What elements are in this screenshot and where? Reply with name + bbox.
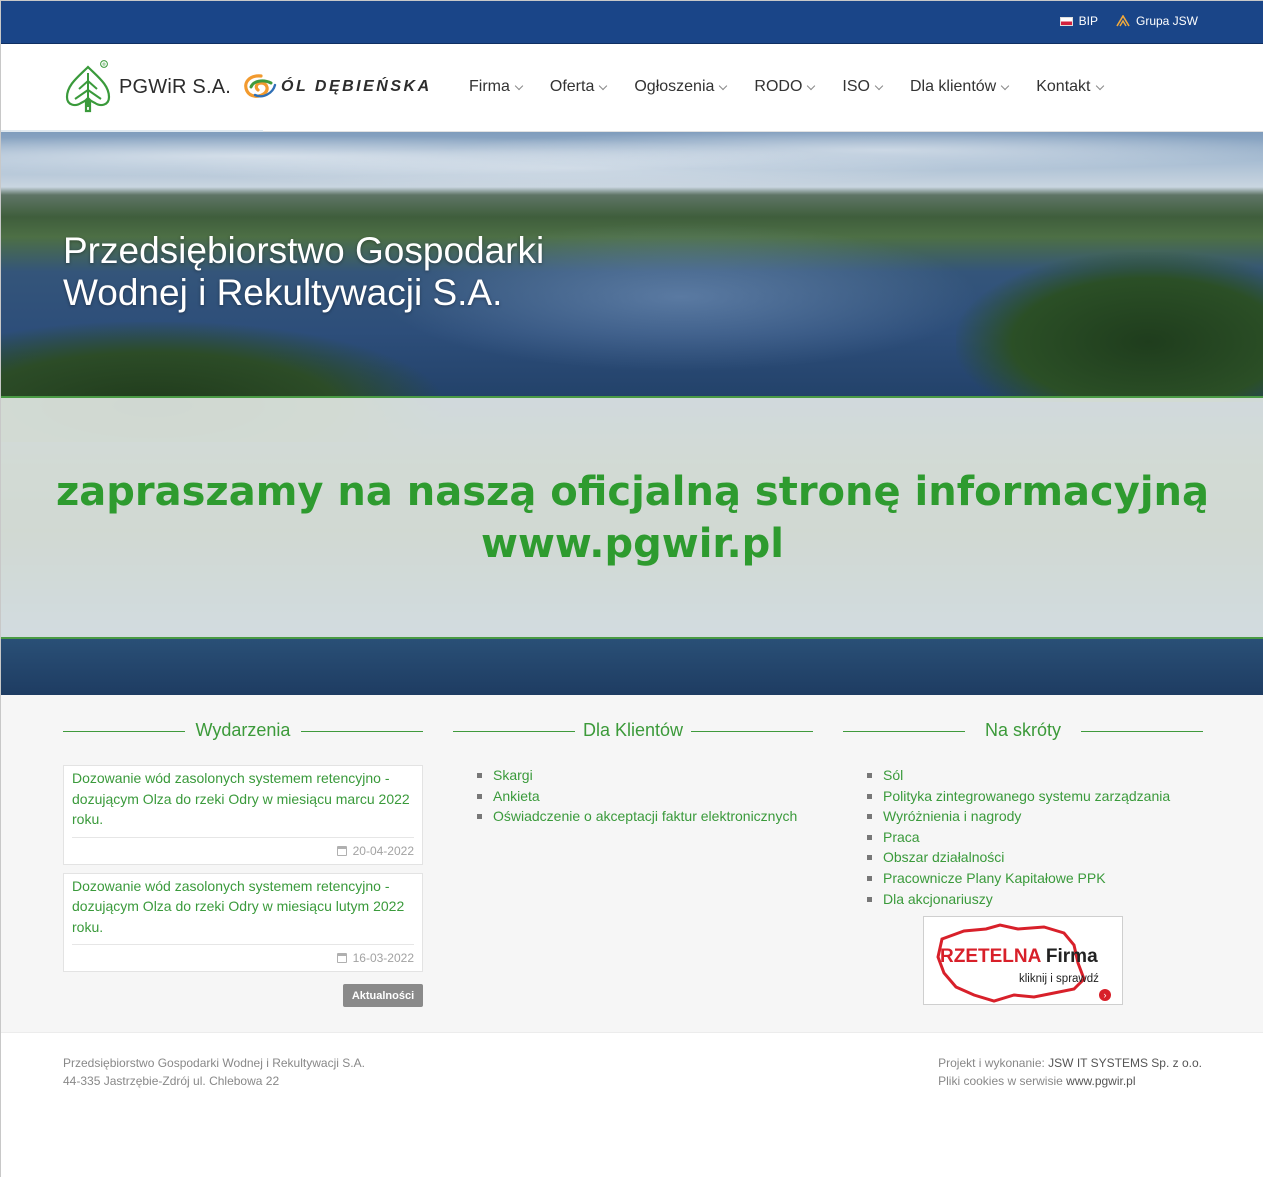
list-item[interactable]: Skargi [477,765,813,786]
nav-label: Ogłoszenia [634,78,715,95]
hero-announcement: zapraszamy na naszą oficjalną stronę inf… [1,396,1263,639]
flag-icon [1059,16,1073,26]
nav-kontakt[interactable]: Kontakt [1036,78,1104,96]
nav-label: RODO [754,78,803,95]
shortcuts-heading: Na skróty [984,719,1062,740]
site-footer: Przedsiębiorstwo Gospodarki Wodnej i Rek… [1,1032,1263,1177]
hero-title-line: Wodnej i Rekultywacji S.A. [63,272,503,313]
top-links: BIP Grupa JSW [1059,14,1198,28]
calendar-icon [336,953,347,963]
grupa-jsw-label: Grupa JSW [1135,14,1198,28]
hero-title: Przedsiębiorstwo Gospodarki Wodnej i Rek… [63,230,683,314]
list-item[interactable]: Obszar działalności [867,847,1203,868]
nav-label: Kontakt [1036,78,1091,95]
chevron-down-icon [514,81,524,90]
event-title[interactable]: Dozowanie wód zasolonych systemem retenc… [72,768,414,838]
list-item[interactable]: Ankieta [477,786,813,807]
chevron-down-icon [719,81,728,90]
footer-company: Przedsiębiorstwo Gospodarki Wodnej i Rek… [63,1056,365,1070]
footer-credits: Projekt i wykonanie: JSW IT SYSTEMS Sp. … [938,1054,1202,1090]
nav-iso[interactable]: ISO [842,78,884,96]
footer-credit-label: Projekt i wykonanie: [938,1056,1049,1070]
svg-text:®: ® [102,61,107,68]
footer-address: Przedsiębiorstwo Gospodarki Wodnej i Rek… [63,1054,365,1090]
chevron-down-icon [807,81,816,90]
main-content: Wydarzenia Dozowanie wód zasolonych syst… [1,695,1263,1032]
chevron-down-icon [874,81,884,90]
nav-firma[interactable]: Firma [469,78,524,96]
top-bar: BIP Grupa JSW [1,1,1263,44]
events-column: Wydarzenia Dozowanie wód zasolonych syst… [63,695,423,1007]
shortcuts-list: Sól Polityka zintegrowanego systemu zarz… [843,765,1203,909]
event-date: 16-03-2022 [72,945,414,971]
list-item[interactable]: Oświadczenie o akceptacji faktur elektro… [477,806,813,827]
chevron-down-icon [1095,81,1104,90]
news-button[interactable]: Aktualności [343,984,423,1007]
event-card[interactable]: Dozowanie wód zasolonych systemem retenc… [63,765,423,865]
announcement-url[interactable]: www.pgwir.pl [481,518,784,570]
list-item[interactable]: Praca [867,827,1203,848]
clients-column: Dla Klientów Skargi Ankieta Oświadczenie… [453,695,813,827]
main-nav: Firma Oferta Ogłoszenia RODO ISO Dla kli… [469,78,1131,96]
event-card[interactable]: Dozowanie wód zasolonych systemem retenc… [63,872,423,972]
chevron-down-icon [599,81,608,90]
list-item[interactable]: Pracownicze Plany Kapitałowe PPK [867,868,1203,889]
chevron-down-icon [1000,81,1010,90]
section-heading: Dla Klientów [453,695,813,765]
nav-dla-klientow[interactable]: Dla klientów [909,78,1010,96]
event-title[interactable]: Dozowanie wód zasolonych systemem retenc… [72,876,414,945]
footer-credit-link[interactable]: JSW IT SYSTEMS Sp. z o.o. [1048,1056,1202,1070]
list-item[interactable]: Dla akcjonariuszy [867,889,1203,910]
hero-banner: Przedsiębiorstwo Gospodarki Wodnej i Rek… [1,132,1263,695]
nav-oferta[interactable]: Oferta [549,78,608,96]
events-heading: Wydarzenia [195,719,291,740]
hero-sky [1,132,1263,192]
hero-forest [956,252,1263,402]
site-header: ® PGWiR S.A. ÓL DĘBIEŃSKA Firma Oferta O… [1,44,1263,133]
nav-ogloszenia[interactable]: Ogłoszenia [634,78,728,96]
nav-label: Oferta [549,78,595,95]
shortcuts-column: Na skróty Sól Polityka zintegrowanego sy… [843,695,1203,1005]
calendar-icon [336,845,347,856]
event-date-text: 20-04-2022 [352,843,414,858]
hero-title-line: Przedsiębiorstwo Gospodarki [63,230,545,271]
nav-label: Firma [469,78,510,95]
bip-link[interactable]: BIP [1059,14,1098,28]
footer-cookies-link[interactable]: www.pgwir.pl [1066,1074,1135,1088]
list-item[interactable]: Polityka zintegrowanego systemu zarządza… [867,786,1203,807]
nav-rodo[interactable]: RODO [754,78,816,96]
nav-label: ISO [842,78,870,95]
sol-logo[interactable]: ÓL DĘBIEŃSKA [241,73,432,101]
event-date-text: 16-03-2022 [352,951,414,965]
footer-cookies-label: Pliki cookies w serwisie [938,1074,1067,1088]
clients-heading: Dla Klientów [582,719,684,740]
grupa-jsw-link[interactable]: Grupa JSW [1116,14,1198,28]
sol-logo-text: ÓL DĘBIEŃSKA [281,78,432,95]
nav-label: Dla klientów [909,78,997,95]
section-heading: Wydarzenia [63,695,423,765]
badge-title: RZETELNA Firma [940,946,1098,967]
footer-street: 44-335 Jastrzębie-Zdrój ul. Chlebowa 22 [63,1074,280,1088]
sol-swirl-icon [244,74,277,98]
section-heading: Na skróty [843,695,1203,765]
event-date: 20-04-2022 [72,838,414,864]
pgwir-leaf-icon: ® [65,60,111,113]
list-item[interactable]: Wyróżnienia i nagrody [867,806,1203,827]
logo[interactable]: ® PGWiR S.A. ÓL DĘBIEŃSKA [63,59,432,115]
bip-label: BIP [1078,14,1098,28]
list-item[interactable]: Sól [867,765,1203,786]
badge-subtitle: kliknij i sprawdź [1019,973,1099,985]
logo-text: PGWiR S.A. [119,75,232,98]
rzetelna-firma-badge[interactable]: RZETELNA Firma kliknij i sprawdź › [923,916,1123,1005]
arrow-right-icon: › [1099,989,1111,1001]
announcement-text: zapraszamy na naszą oficjalną stronę inf… [55,468,1209,515]
clients-list: Skargi Ankieta Oświadczenie o akceptacji… [453,765,813,827]
jsw-icon [1116,14,1130,27]
